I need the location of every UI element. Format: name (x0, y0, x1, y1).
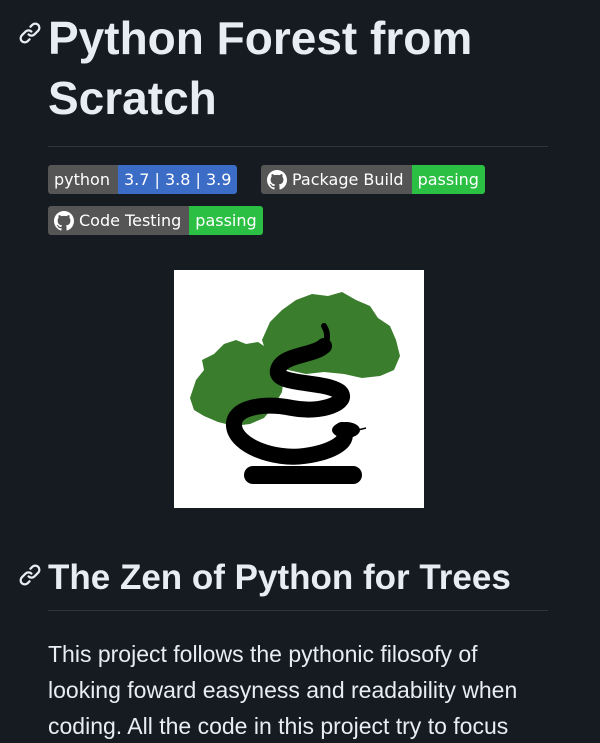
python-version-badge[interactable]: python 3.7 | 3.8 | 3.9 (48, 165, 238, 194)
link-icon (19, 564, 41, 586)
github-icon (54, 210, 74, 231)
page-title: Python Forest from Scratch (48, 12, 473, 124)
github-icon (267, 169, 287, 190)
badge-value: passing (189, 206, 263, 235)
badge-value: 3.7 | 3.8 | 3.9 (117, 165, 238, 194)
badge-value: passing (411, 165, 485, 194)
code-testing-badge[interactable]: Code Testing passing (48, 206, 263, 235)
project-logo (174, 270, 424, 508)
section-paragraph: This project follows the pythonic filoso… (48, 641, 518, 739)
link-icon (19, 22, 41, 44)
title-anchor-link[interactable] (18, 21, 42, 45)
section-heading: The Zen of Python for Trees (48, 558, 511, 597)
badge-label: Package Build (292, 170, 404, 189)
title-divider (48, 146, 548, 147)
package-build-badge[interactable]: Package Build passing (261, 165, 485, 194)
section-anchor-link[interactable] (18, 563, 42, 587)
badge-label-group: Code Testing (48, 206, 190, 235)
badge-label: python (48, 165, 118, 194)
section-divider (48, 610, 548, 611)
title-block: Python Forest from Scratch (48, 0, 548, 147)
badge-label: Code Testing (79, 211, 182, 230)
badge-label-group: Package Build (261, 165, 412, 194)
bonsai-python-logo (190, 292, 400, 484)
bonsai-pot (244, 466, 362, 484)
